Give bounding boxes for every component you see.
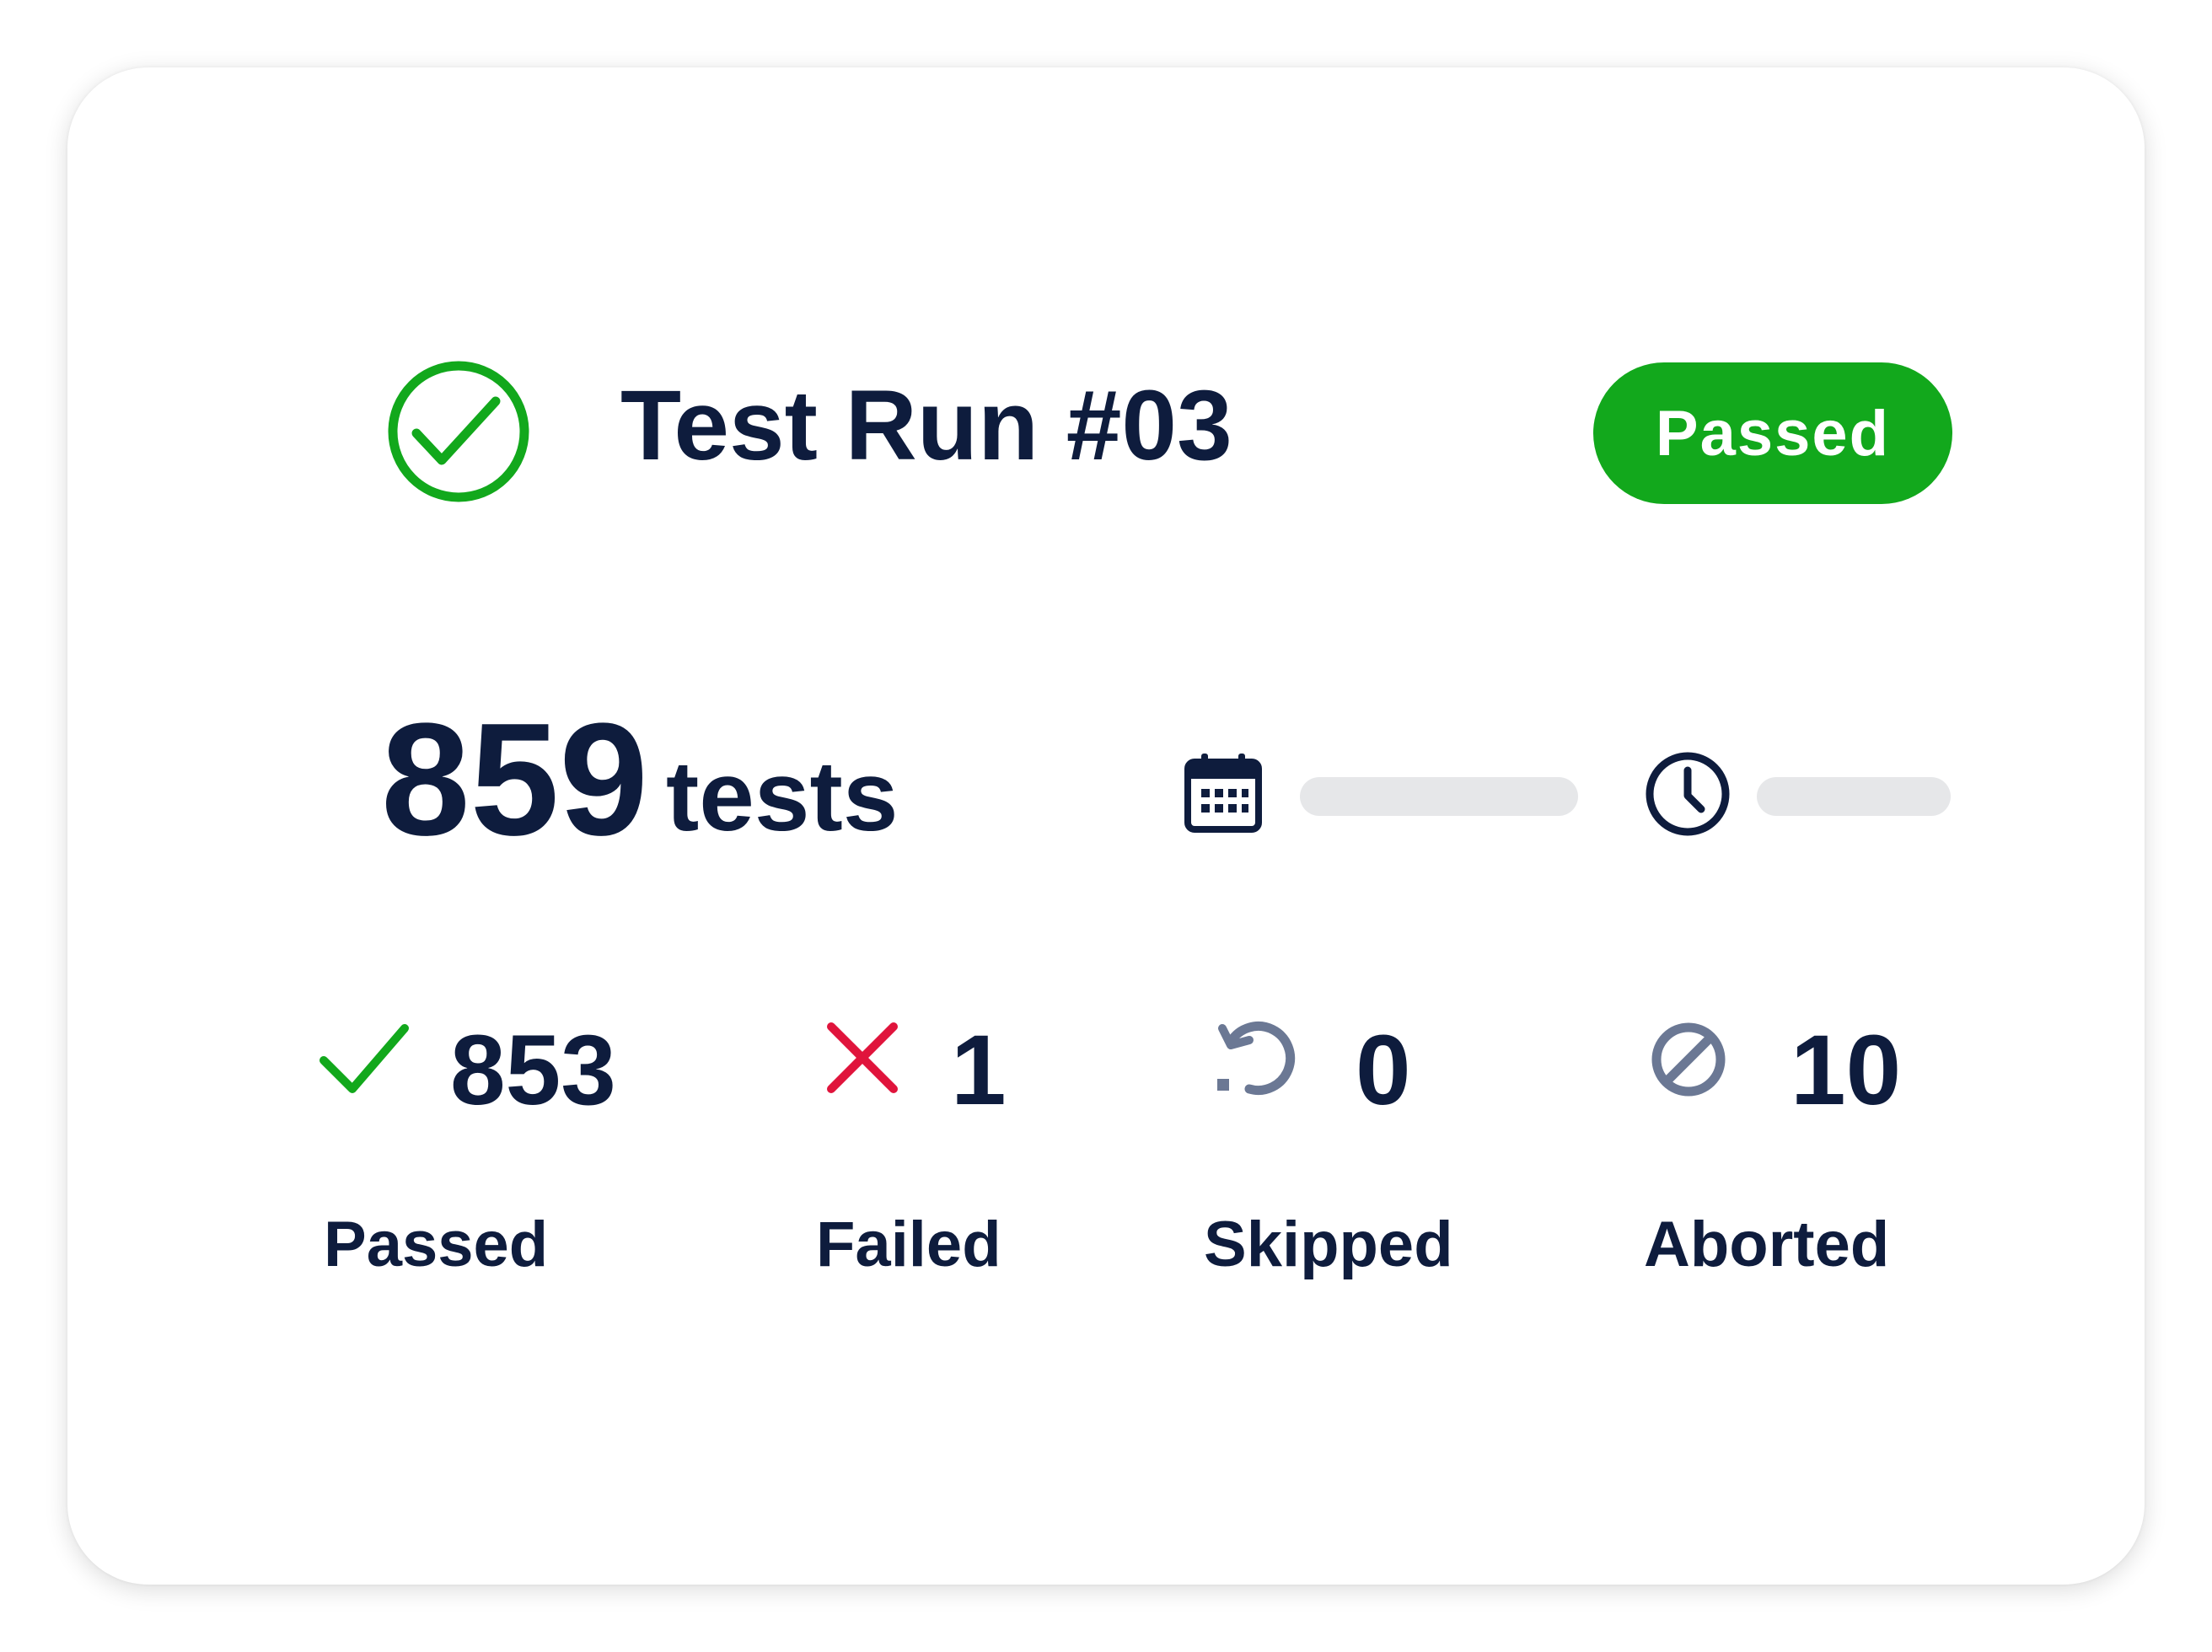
x-icon xyxy=(827,1022,898,1093)
duration-placeholder xyxy=(1757,777,1951,816)
failed-count: 1 xyxy=(951,1015,1007,1126)
passed-label: Passed xyxy=(324,1209,549,1280)
date-placeholder xyxy=(1300,777,1578,816)
status-badge: Passed xyxy=(1593,362,1952,504)
skipped-count: 0 xyxy=(1356,1015,1411,1126)
aborted-icon xyxy=(1651,1022,1726,1097)
total-tests-unit: tests xyxy=(666,741,899,852)
aborted-label: Aborted xyxy=(1644,1209,1890,1280)
check-icon xyxy=(319,1024,409,1093)
passed-count: 853 xyxy=(450,1015,616,1126)
passed-circle-check-icon xyxy=(388,361,529,502)
run-title: Test Run #03 xyxy=(620,370,1232,481)
skipped-label: Skipped xyxy=(1204,1209,1453,1280)
aborted-count: 10 xyxy=(1791,1015,1902,1126)
test-run-card: Test Run #03 Passed 859 tests 853 Passed… xyxy=(67,67,2145,1585)
skip-icon xyxy=(1217,1022,1296,1095)
calendar-icon xyxy=(1184,754,1262,833)
total-tests-count: 859 xyxy=(381,690,649,869)
failed-label: Failed xyxy=(816,1209,1001,1280)
clock-icon xyxy=(1646,752,1730,836)
